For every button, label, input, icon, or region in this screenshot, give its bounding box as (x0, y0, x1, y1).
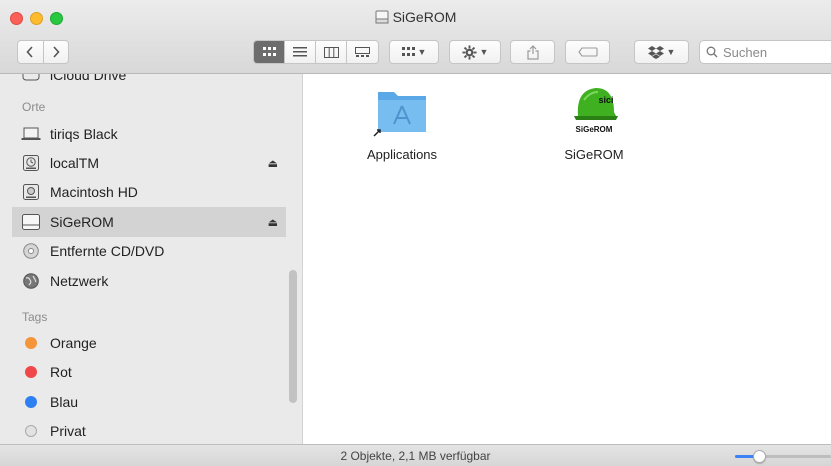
status-text: 2 Objekte, 2,1 MB verfügbar (340, 449, 491, 463)
red-tag-dot-icon (25, 366, 37, 378)
sidebar-tag-red[interactable]: Rot (12, 357, 286, 387)
back-button[interactable] (18, 41, 44, 63)
cd-icon (21, 243, 41, 259)
cloud-icon (21, 74, 41, 83)
window-title-text: SiGeROM (392, 9, 457, 25)
status-bar: 2 Objekte, 2,1 MB verfügbar (0, 444, 831, 466)
svg-text:sici: sici (598, 95, 613, 105)
applications-folder-alias-icon (373, 92, 426, 137)
view-mode-control (253, 40, 379, 64)
eject-icon[interactable]: ⏏ (268, 216, 278, 229)
sidebar-tag-orange[interactable]: Orange (12, 328, 286, 358)
tags-button[interactable] (565, 40, 610, 64)
sidebar-item-macintosh-hd[interactable]: Macintosh HD (12, 177, 286, 207)
nav-buttons (17, 40, 69, 64)
sidebar-item-label: Orange (50, 335, 97, 351)
file-browser-content: Applications sici SiGeROM SiGeROM (304, 74, 831, 444)
sidebar-item-label: Rot (50, 364, 72, 380)
sidebar-item-network[interactable]: Netzwerk (12, 266, 286, 296)
sidebar-item-sigerom[interactable]: SiGeROM ⏏ (12, 207, 286, 237)
sidebar-item-localtm[interactable]: localTM ⏏ (12, 148, 286, 178)
file-item-label: SiGeROM (564, 147, 624, 162)
share-icon (526, 44, 539, 60)
sidebar-item-label: SiGeROM (50, 214, 114, 230)
sidebar-section-tags: Tags (22, 310, 48, 324)
sidebar-item-label: Blau (50, 394, 79, 410)
hard-drive-icon (21, 184, 41, 200)
disk-image-icon (21, 214, 41, 230)
list-view-button[interactable] (285, 41, 316, 63)
gray-tag-dot-icon (25, 425, 37, 437)
icon-view-button[interactable] (254, 41, 285, 63)
network-globe-icon (21, 273, 41, 289)
sidebar-item-icloud-drive[interactable]: iCloud Drive (12, 74, 286, 90)
window-title: SiGeROM (0, 9, 831, 25)
sidebar-tag-private[interactable]: Privat (12, 416, 286, 444)
arrange-grid-icon (401, 47, 415, 56)
forward-button[interactable] (44, 41, 69, 63)
sidebar-item-remote-cd-dvd[interactable]: Entfernte CD/DVD (12, 236, 286, 266)
gear-icon (462, 44, 477, 60)
toolbar: SiGeROM ▼ ▼ ▼ Suchen (0, 0, 831, 74)
gallery-view-icon (355, 46, 370, 57)
file-item-label: Applications (366, 147, 438, 162)
sidebar-item-label: tiriqs Black (50, 126, 118, 142)
chevron-down-icon: ▼ (479, 47, 489, 57)
blue-tag-dot-icon (25, 396, 37, 408)
column-view-button[interactable] (316, 41, 347, 63)
tag-icon (577, 47, 598, 57)
file-item-sigerom[interactable]: sici SiGeROM SiGeROM (539, 82, 649, 162)
orange-tag-dot-icon (25, 337, 37, 349)
sidebar-tag-blue[interactable]: Blau (12, 387, 286, 417)
arrange-button[interactable]: ▼ (389, 40, 439, 64)
laptop-icon (21, 126, 41, 142)
sidebar-item-label: localTM (50, 155, 100, 171)
chevron-right-icon (53, 46, 60, 58)
sidebar-scrollbar[interactable] (289, 270, 297, 403)
eject-icon[interactable]: ⏏ (268, 157, 278, 170)
sidebar-item-label: Netzwerk (50, 273, 109, 289)
dropbox-button[interactable]: ▼ (634, 40, 689, 64)
list-view-icon (293, 47, 307, 57)
sidebar: iCloud Drive Orte tiriqs Black localTM ⏏… (0, 74, 303, 444)
file-item-applications[interactable]: Applications (347, 86, 457, 162)
disk-image-icon (375, 10, 389, 24)
action-menu-button[interactable]: ▼ (449, 40, 501, 64)
search-placeholder: Suchen (723, 44, 768, 60)
icon-view-icon (262, 47, 276, 56)
share-button[interactable] (510, 40, 555, 64)
sidebar-item-label: Entfernte CD/DVD (50, 243, 165, 259)
chevron-left-icon (26, 46, 33, 58)
finder-window: SiGeROM ▼ ▼ ▼ Suchen iCloud Drive Orte t… (0, 0, 831, 466)
chevron-down-icon: ▼ (666, 47, 676, 57)
sidebar-item-tiriqs-black[interactable]: tiriqs Black (12, 119, 286, 149)
sidebar-item-label: Privat (50, 423, 86, 439)
column-view-icon (323, 46, 339, 58)
sigerom-helmet-icon: sici SiGeROM (574, 88, 618, 134)
chevron-down-icon: ▼ (417, 47, 427, 57)
svg-text:SiGeROM: SiGeROM (576, 125, 613, 134)
sidebar-item-label: Macintosh HD (50, 184, 138, 200)
time-machine-icon (21, 155, 41, 171)
sidebar-section-places: Orte (22, 100, 46, 114)
sidebar-item-label: iCloud Drive (50, 74, 127, 83)
gallery-view-button[interactable] (347, 41, 378, 63)
search-icon (706, 46, 718, 58)
icon-size-slider-knob[interactable] (753, 450, 766, 463)
search-input[interactable]: Suchen (699, 40, 831, 64)
dropbox-icon (647, 45, 664, 59)
icon-size-slider[interactable] (735, 450, 831, 463)
